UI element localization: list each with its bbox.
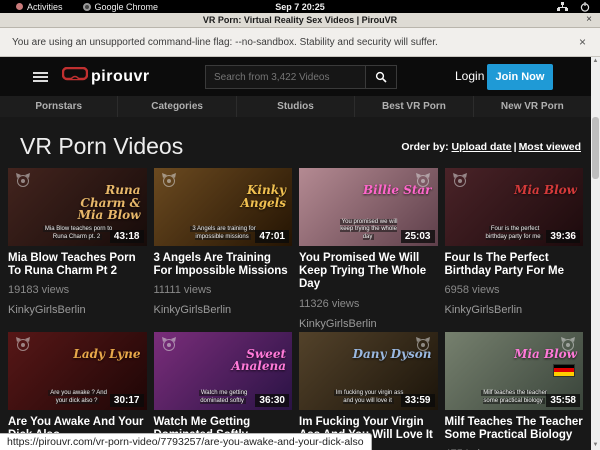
thumbnail-model-name: Kinky Angels — [206, 184, 286, 209]
warning-message: You are using an unsupported command-lin… — [0, 37, 438, 48]
video-grid: Runa Charm & Mia Blow Mia Blow teaches p… — [8, 168, 583, 450]
nav-item-studios[interactable]: Studios — [237, 96, 355, 117]
thumbnail-model-name: Billie Star — [363, 184, 432, 197]
video-duration-badge: 43:18 — [110, 230, 144, 243]
scrollbar-up-icon[interactable]: ▲ — [591, 57, 600, 66]
page-viewport: pirouvr Login Join Now Pornstars Categor… — [0, 57, 600, 450]
nav-item-pornstars[interactable]: Pornstars — [0, 96, 118, 117]
video-title-link[interactable]: Four Is The Perfect Birthday Party For M… — [445, 252, 584, 278]
thumbnail-model-name: Sweet Analena — [206, 348, 286, 373]
warning-close-icon[interactable]: × — [579, 35, 586, 49]
login-link[interactable]: Login — [455, 69, 484, 83]
thumbnail-caption: Four is the perfect birthday party for m… — [479, 226, 549, 242]
page-scrollbar[interactable]: ▲ ▼ — [591, 57, 600, 450]
video-duration-badge: 25:03 — [401, 230, 435, 243]
logo-text: pirouvr — [91, 68, 150, 86]
thumbnail-model-name: Mia Blow — [514, 348, 577, 361]
thumbnail-model-name: Lady Lyne — [73, 348, 140, 361]
video-card: Billie Star You promised we will keep tr… — [299, 168, 438, 330]
nav-item-best-vr-porn[interactable]: Best VR Porn — [355, 96, 473, 117]
order-upload-date-link[interactable]: Upload date — [452, 141, 512, 153]
video-title-link[interactable]: Mia Blow Teaches Porn To Runa Charm Pt 2 — [8, 252, 147, 278]
video-card: Mia Blow Four is the perfect birthday pa… — [445, 168, 584, 330]
thumbnail-model-name: Dany Dyson — [353, 348, 432, 361]
video-thumbnail[interactable]: Sweet Analena Watch me getting dominated… — [154, 332, 293, 410]
tab-title: VR Porn: Virtual Reality Sex Videos | Pi… — [0, 15, 600, 25]
scrollbar-thumb[interactable] — [592, 117, 599, 179]
video-duration-badge: 36:30 — [255, 394, 289, 407]
video-views: 19183 views — [8, 284, 147, 296]
studio-cat-logo-icon — [15, 173, 31, 192]
page-heading-row: VR Porn Videos Order by: Upload date|Mos… — [0, 117, 591, 168]
site-logo[interactable]: pirouvr — [62, 67, 150, 86]
video-duration-badge: 35:58 — [546, 394, 580, 407]
video-duration-badge: 47:01 — [255, 230, 289, 243]
video-thumbnail[interactable]: Mia Blow Four is the perfect birthday pa… — [445, 168, 584, 246]
video-thumbnail[interactable]: Dany Dyson Im fucking your virgin ass an… — [299, 332, 438, 410]
video-title-link[interactable]: 3 Angels Are Training For Impossible Mis… — [154, 252, 293, 278]
network-icon[interactable] — [557, 2, 568, 11]
video-card: Kinky Angels 3 Angels are training for i… — [154, 168, 293, 330]
nav-item-new-vr-porn[interactable]: New VR Porn — [474, 96, 591, 117]
studio-cat-logo-icon — [161, 173, 177, 192]
video-thumbnail[interactable]: Billie Star You promised we will keep tr… — [299, 168, 438, 246]
thumbnail-caption: 3 Angels are training for impossible mis… — [188, 226, 258, 242]
search-bar — [205, 65, 397, 89]
chrome-warning-bar: You are using an unsupported command-lin… — [0, 28, 600, 57]
thumbnail-caption: Milf teaches the teacher some practical … — [479, 390, 549, 406]
site-header: pirouvr Login Join Now — [0, 57, 591, 96]
studio-cat-logo-icon — [452, 173, 468, 192]
search-icon — [375, 71, 387, 83]
join-now-button[interactable]: Join Now — [487, 64, 553, 90]
browser-title-bar: VR Porn: Virtual Reality Sex Videos | Pi… — [0, 13, 600, 28]
order-separator: | — [512, 141, 519, 153]
studio-link[interactable]: KinkyGirlsBerlin — [154, 304, 293, 316]
video-views: 6958 views — [445, 284, 584, 296]
scrollbar-down-icon[interactable]: ▼ — [591, 441, 600, 450]
video-title-link[interactable]: Milf Teaches The Teacher Some Practical … — [445, 416, 584, 442]
vr-goggles-icon — [62, 67, 88, 86]
studio-cat-logo-icon — [15, 337, 31, 356]
nav-item-categories[interactable]: Categories — [118, 96, 236, 117]
search-input[interactable] — [205, 65, 365, 89]
video-views: 11111 views — [154, 284, 293, 296]
thumbnail-caption: Mia Blow teaches porn to Runa Charm pt. … — [43, 226, 113, 242]
germany-flag-icon — [553, 364, 575, 377]
order-by-controls: Order by: Upload date|Most viewed — [401, 141, 581, 153]
video-thumbnail[interactable]: Runa Charm & Mia Blow Mia Blow teaches p… — [8, 168, 147, 246]
thumbnail-caption: Are you awake ? And your dick also ? — [43, 390, 113, 406]
thumbnail-caption: Watch me getting dominated softly — [188, 390, 258, 406]
thumbnail-caption: Im fucking your virgin ass and you will … — [334, 390, 404, 406]
thumbnail-caption: You promised we will keep trying the who… — [334, 219, 404, 242]
video-duration-badge: 33:59 — [401, 394, 435, 407]
video-card: Mia Blow Milf teaches the teacher some p… — [445, 332, 584, 450]
video-thumbnail[interactable]: Mia Blow Milf teaches the teacher some p… — [445, 332, 584, 410]
video-title-link[interactable]: You Promised We Will Keep Trying The Who… — [299, 252, 438, 292]
page-title: VR Porn Videos — [20, 133, 183, 160]
video-thumbnail[interactable]: Lady Lyne Are you awake ? And your dick … — [8, 332, 147, 410]
video-duration-badge: 30:17 — [110, 394, 144, 407]
studio-link[interactable]: KinkyGirlsBerlin — [445, 304, 584, 316]
video-card: Runa Charm & Mia Blow Mia Blow teaches p… — [8, 168, 147, 330]
thumbnail-model-name: Runa Charm & Mia Blow — [61, 184, 141, 222]
video-views: 11326 views — [299, 298, 438, 310]
status-url-tooltip: https://pirouvr.com/vr-porn-video/779325… — [0, 433, 372, 450]
studio-link[interactable]: KinkyGirlsBerlin — [8, 304, 147, 316]
studio-link[interactable]: KinkyGirlsBerlin — [299, 318, 438, 330]
studio-cat-logo-icon — [161, 337, 177, 356]
thumbnail-model-name: Mia Blow — [514, 184, 577, 197]
order-most-viewed-link[interactable]: Most viewed — [519, 141, 581, 153]
close-icon[interactable]: × — [586, 14, 592, 25]
menu-hamburger-icon[interactable] — [33, 70, 48, 84]
clock-label[interactable]: Sep 7 20:25 — [0, 2, 600, 12]
power-icon[interactable] — [580, 2, 590, 12]
system-top-bar: Activities Google Chrome Sep 7 20:25 — [0, 0, 600, 13]
video-thumbnail[interactable]: Kinky Angels 3 Angels are training for i… — [154, 168, 293, 246]
video-duration-badge: 39:36 — [546, 230, 580, 243]
search-button[interactable] — [365, 65, 397, 89]
order-by-label: Order by: — [401, 141, 448, 153]
main-nav: Pornstars Categories Studios Best VR Por… — [0, 96, 591, 117]
